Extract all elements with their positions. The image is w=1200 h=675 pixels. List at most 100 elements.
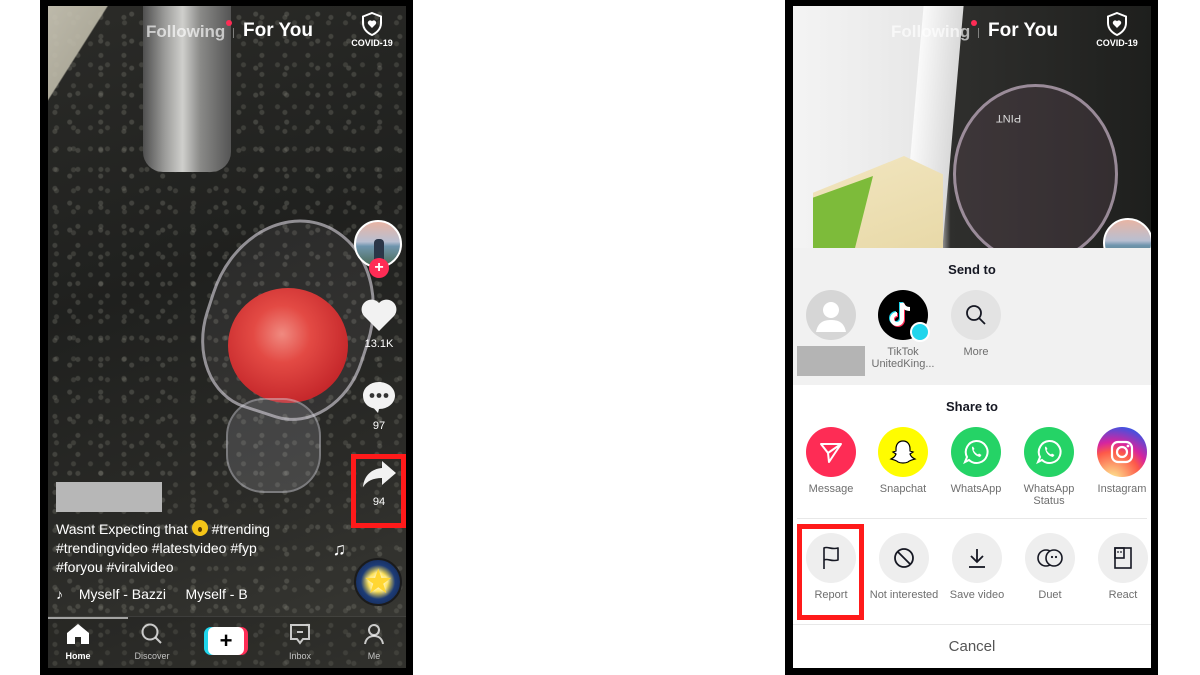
music-title: Myself - Bazzi Myself - B <box>78 586 248 602</box>
share-to-section: Share to Message Snapchat WhatsApp Whats… <box>793 385 1151 518</box>
phone-frame-left: Following For You COVID-19 + 13.1K 97 94… <box>40 0 413 675</box>
more-label: More <box>963 346 989 358</box>
action-duet[interactable]: Duet <box>1014 533 1086 601</box>
camera-glyph <box>1110 440 1134 464</box>
nav-inbox-label: Inbox <box>288 651 312 661</box>
like-count: 13.1K <box>364 338 394 350</box>
snapchat-label: Snapchat <box>879 483 927 495</box>
comment-bubble-icon <box>363 382 395 413</box>
glass-base <box>226 398 321 493</box>
notification-dot <box>226 20 232 26</box>
caption-line-2[interactable]: #trendingvideo #latestvideo #fyp <box>56 540 257 556</box>
circle-slash-glyph <box>894 548 914 568</box>
profile-icon <box>364 624 384 645</box>
tiktok-logo-icon <box>878 290 930 342</box>
comment-count: 97 <box>372 420 386 432</box>
tab-following[interactable]: Following <box>146 22 225 42</box>
surprised-emoji-icon <box>191 520 208 536</box>
react-frame-glyph <box>1114 547 1132 569</box>
hashtag-trending[interactable]: #trending <box>212 521 270 537</box>
notification-dot <box>971 20 977 26</box>
nav-create[interactable]: + <box>196 627 256 655</box>
nav-inbox[interactable]: Inbox <box>270 623 330 661</box>
share-instagram[interactable]: Instagram <box>1086 427 1151 495</box>
plus-icon: + <box>208 627 244 655</box>
create-video-button[interactable]: + <box>204 627 248 655</box>
video-caption: Wasnt Expecting that #trending #trending… <box>56 482 336 577</box>
cancel-button[interactable]: Cancel <box>949 638 996 655</box>
nav-me-label: Me <box>367 651 381 661</box>
music-disc-button[interactable] <box>354 558 402 606</box>
report-highlight-box <box>797 524 864 620</box>
cancel-section: Cancel <box>793 624 1151 668</box>
share-snapchat[interactable]: Snapchat <box>867 427 939 495</box>
action-save-video[interactable]: Save video <box>941 533 1013 601</box>
share-whatsapp[interactable]: WhatsApp <box>940 427 1012 495</box>
send-to-title: Send to <box>948 262 996 277</box>
phone-frame-right: PINT Following For You COVID-19 Send to <box>785 0 1158 675</box>
action-react[interactable]: React <box>1087 533 1151 601</box>
snapchat-ghost-icon <box>878 427 928 477</box>
send-to-contact-redacted[interactable] <box>795 290 867 376</box>
nav-discover[interactable]: Discover <box>122 623 182 661</box>
default-avatar-icon <box>806 290 856 340</box>
paper-plane-glyph <box>820 443 842 463</box>
react-icon <box>1098 533 1148 583</box>
covid-19-button[interactable]: COVID-19 <box>1093 12 1141 48</box>
share-to-title: Share to <box>945 399 998 414</box>
covid-19-button[interactable]: COVID-19 <box>348 12 396 48</box>
nav-discover-label: Discover <box>134 651 170 661</box>
save-video-label: Save video <box>949 589 1005 601</box>
share-message[interactable]: Message <box>795 427 867 495</box>
covid-19-label: COVID-19 <box>1096 38 1138 48</box>
bottom-nav: Home Discover + Inbox Me <box>48 616 406 668</box>
ghost-glyph <box>889 440 917 464</box>
tab-for-you[interactable]: For You <box>243 20 313 42</box>
action-not-interested[interactable]: Not interested <box>868 533 940 601</box>
not-interested-label: Not interested <box>869 589 939 601</box>
apple <box>228 288 348 403</box>
shield-heart-icon <box>362 12 382 36</box>
nav-me[interactable]: Me <box>344 623 404 661</box>
verified-badge-icon <box>910 322 930 342</box>
search-icon <box>141 623 162 644</box>
redacted-contact-name <box>797 346 865 376</box>
download-icon <box>952 533 1002 583</box>
follow-plus-button[interactable]: + <box>369 258 389 278</box>
tab-following[interactable]: Following <box>891 22 970 42</box>
duet-label: Duet <box>1038 589 1062 601</box>
message-label: Message <box>808 483 854 495</box>
comment-button[interactable]: 97 <box>354 380 404 432</box>
caption-text: Wasnt Expecting that #trending #trending… <box>56 520 336 577</box>
nav-home-label: Home <box>65 651 91 661</box>
send-to-more[interactable]: More <box>940 290 1012 358</box>
tab-for-you[interactable]: For You <box>988 20 1058 42</box>
video-scene-pint-glass: PINT <box>953 84 1118 264</box>
send-to-tiktok-uk[interactable]: TikTok UnitedKing... <box>867 290 939 370</box>
nav-home[interactable]: Home <box>48 623 108 661</box>
share-whatsapp-status[interactable]: WhatsApp Status <box>1013 427 1085 507</box>
instagram-icon <box>1097 427 1147 477</box>
react-label: React <box>1108 589 1138 601</box>
covid-19-label: COVID-19 <box>351 38 393 48</box>
magnifier-glyph <box>966 305 986 325</box>
prohibited-icon <box>879 533 929 583</box>
music-note-icon: ♫ <box>332 539 347 559</box>
music-ticker[interactable]: ♪ Myself - Bazzi Myself - B <box>56 586 248 602</box>
send-to-section: Send to TikTok UnitedKing... More <box>793 248 1151 385</box>
shield-heart-icon <box>1107 12 1127 36</box>
whatsapp-status-icon <box>1024 427 1074 477</box>
instagram-label: Instagram <box>1097 483 1147 495</box>
whatsapp-icon <box>951 427 1001 477</box>
redacted-username <box>56 482 162 512</box>
whatsapp-glyph <box>963 439 989 465</box>
like-button[interactable]: 13.1K <box>354 298 404 350</box>
caption-line-3[interactable]: #foryou #viralvideo <box>56 559 174 575</box>
duet-circles-glyph <box>1037 549 1063 567</box>
tab-divider <box>233 28 234 38</box>
tab-divider <box>978 28 979 38</box>
share-highlight-box <box>351 454 406 528</box>
home-icon <box>67 624 89 644</box>
person-silhouette-icon <box>816 302 846 332</box>
download-arrow-glyph <box>969 549 985 568</box>
